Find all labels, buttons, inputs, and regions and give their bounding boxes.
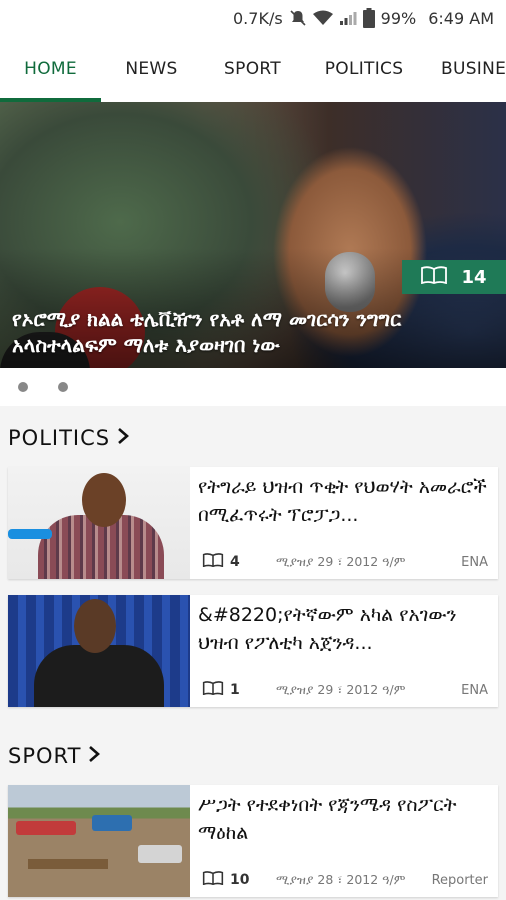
article-thumbnail (8, 467, 190, 579)
market-stall-shape (138, 845, 182, 863)
read-count: 10 (202, 871, 276, 889)
article-date: ሚያዝያ 28 ፣ 2012 ዓ/ም (276, 872, 406, 887)
mute-bell-icon (289, 9, 307, 27)
ground-shape (28, 859, 108, 869)
article-card[interactable]: &#8220;የትኛውም አካል የአገውን ህዝብ የፖለቲካ አጀንዳ...… (8, 595, 498, 707)
tab-home[interactable]: HOME (0, 36, 101, 102)
featured-article[interactable]: 14 የኦሮሚያ ክልል ቴሌቪዥን የአቶ ለማ መገርሳን ንግግር አላስ… (0, 102, 506, 368)
article-date: ሚያዝያ 29 ፣ 2012 ዓ/ም (276, 554, 406, 569)
article-meta: 1 ሚያዝያ 29 ፣ 2012 ዓ/ም ENA (202, 681, 488, 699)
status-bar: 0.7K/s 99% 6:49 AM (0, 0, 506, 36)
read-count-badge: 14 (402, 260, 506, 294)
article-meta: 10 ሚያዝያ 28 ፣ 2012 ዓ/ም Reporter (202, 871, 488, 889)
section-header-sport[interactable]: SPORT (8, 744, 101, 768)
read-count: 4 (202, 553, 276, 571)
article-card[interactable]: ሥጋት የተደቀነበት የጃንሜዳ የስፖርት ማዕከል 10 ሚያዝያ 28 … (8, 785, 498, 897)
read-count: 1 (202, 681, 276, 699)
article-source: ENA (461, 682, 488, 698)
read-count: 14 (461, 266, 487, 288)
microphone-shape (8, 529, 52, 539)
carousel-dot[interactable] (58, 382, 68, 392)
section-header-politics[interactable]: POLITICS (8, 426, 130, 450)
article-title: የትግራይ ህዝብ ጥቂት የህወሃት አመራሮች በሚፈጥሩት ፕሮፓጋ... (198, 476, 487, 526)
read-count-value: 10 (230, 872, 250, 888)
clock: 6:49 AM (428, 8, 494, 28)
category-tabs: HOME NEWS SPORT POLITICS BUSINE (0, 36, 506, 102)
chevron-right-icon (116, 426, 130, 450)
book-icon (202, 681, 224, 699)
book-icon (202, 553, 224, 571)
battery-level: 99% (380, 8, 417, 28)
market-stall-shape (92, 815, 132, 831)
article-source: ENA (461, 554, 488, 570)
article-source: Reporter (431, 872, 488, 888)
tab-business[interactable]: BUSINE (425, 36, 506, 102)
featured-title: የኦሮሚያ ክልል ቴሌቪዥን የአቶ ለማ መገርሳን ንግግር አላስተላል… (12, 307, 402, 357)
carousel-indicators (0, 368, 506, 406)
article-card[interactable]: የትግራይ ህዝብ ጥቂት የህወሃት አመራሮች በሚፈጥሩት ፕሮፓጋ...… (8, 467, 498, 579)
signal-icon (339, 10, 357, 26)
carousel-dot[interactable] (18, 382, 28, 392)
article-meta: 4 ሚያዝያ 29 ፣ 2012 ዓ/ም ENA (202, 553, 488, 571)
book-icon (421, 265, 448, 289)
battery-icon (362, 8, 375, 28)
chevron-right-icon (87, 744, 101, 768)
article-thumbnail (8, 595, 190, 707)
section-title: POLITICS (8, 426, 111, 450)
book-icon (202, 871, 224, 889)
article-thumbnail (8, 785, 190, 897)
read-count-value: 4 (230, 554, 240, 570)
article-date: ሚያዝያ 29 ፣ 2012 ዓ/ም (276, 682, 406, 697)
wifi-icon (312, 10, 333, 26)
article-title: &#8220;የትኛውም አካል የአገውን ህዝብ የፖለቲካ አጀንዳ... (198, 604, 457, 654)
tab-politics[interactable]: POLITICS (303, 36, 425, 102)
section-title: SPORT (8, 744, 82, 768)
tab-sport[interactable]: SPORT (202, 36, 303, 102)
tab-news[interactable]: NEWS (101, 36, 202, 102)
read-count-value: 1 (230, 682, 240, 698)
market-stall-shape (16, 821, 76, 835)
article-title: ሥጋት የተደቀነበት የጃንሜዳ የስፖርት ማዕከል (198, 794, 457, 844)
network-speed: 0.7K/s (233, 8, 283, 28)
